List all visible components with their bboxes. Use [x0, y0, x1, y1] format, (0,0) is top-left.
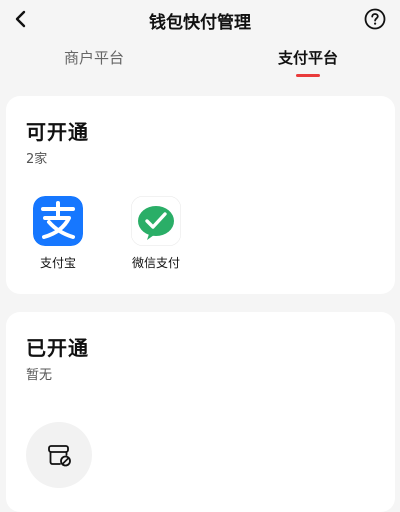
top-bar: 钱包快付管理: [0, 0, 400, 40]
available-card: 可开通 2家 支付宝 微信支付: [6, 96, 395, 294]
available-title: 可开通: [26, 120, 89, 144]
alipay-label: 支付宝: [39, 256, 76, 270]
opened-card: 已开通 暂无: [6, 312, 395, 512]
alipay-item[interactable]: 支付宝: [22, 196, 94, 271]
platform-tabs: 商户平台 支付平台: [0, 40, 400, 80]
page-title: 钱包快付管理: [149, 13, 251, 33]
empty-state: [26, 422, 92, 488]
available-count: 2家: [26, 152, 48, 167]
help-button[interactable]: [364, 8, 386, 30]
opened-count: 暂无: [26, 368, 53, 383]
tab-merchant-platform[interactable]: 商户平台: [52, 47, 136, 68]
empty-store-icon: [48, 445, 71, 467]
wechat-pay-item[interactable]: 微信支付: [120, 196, 192, 271]
opened-title: 已开通: [26, 336, 89, 360]
question-circle-icon: [364, 8, 386, 30]
wechat-pay-label: 微信支付: [131, 256, 180, 270]
active-tab-indicator: [296, 74, 320, 77]
alipay-icon: [33, 196, 83, 246]
tab-payment-platform[interactable]: 支付平台: [266, 47, 350, 68]
wechat-pay-icon: [131, 196, 181, 246]
